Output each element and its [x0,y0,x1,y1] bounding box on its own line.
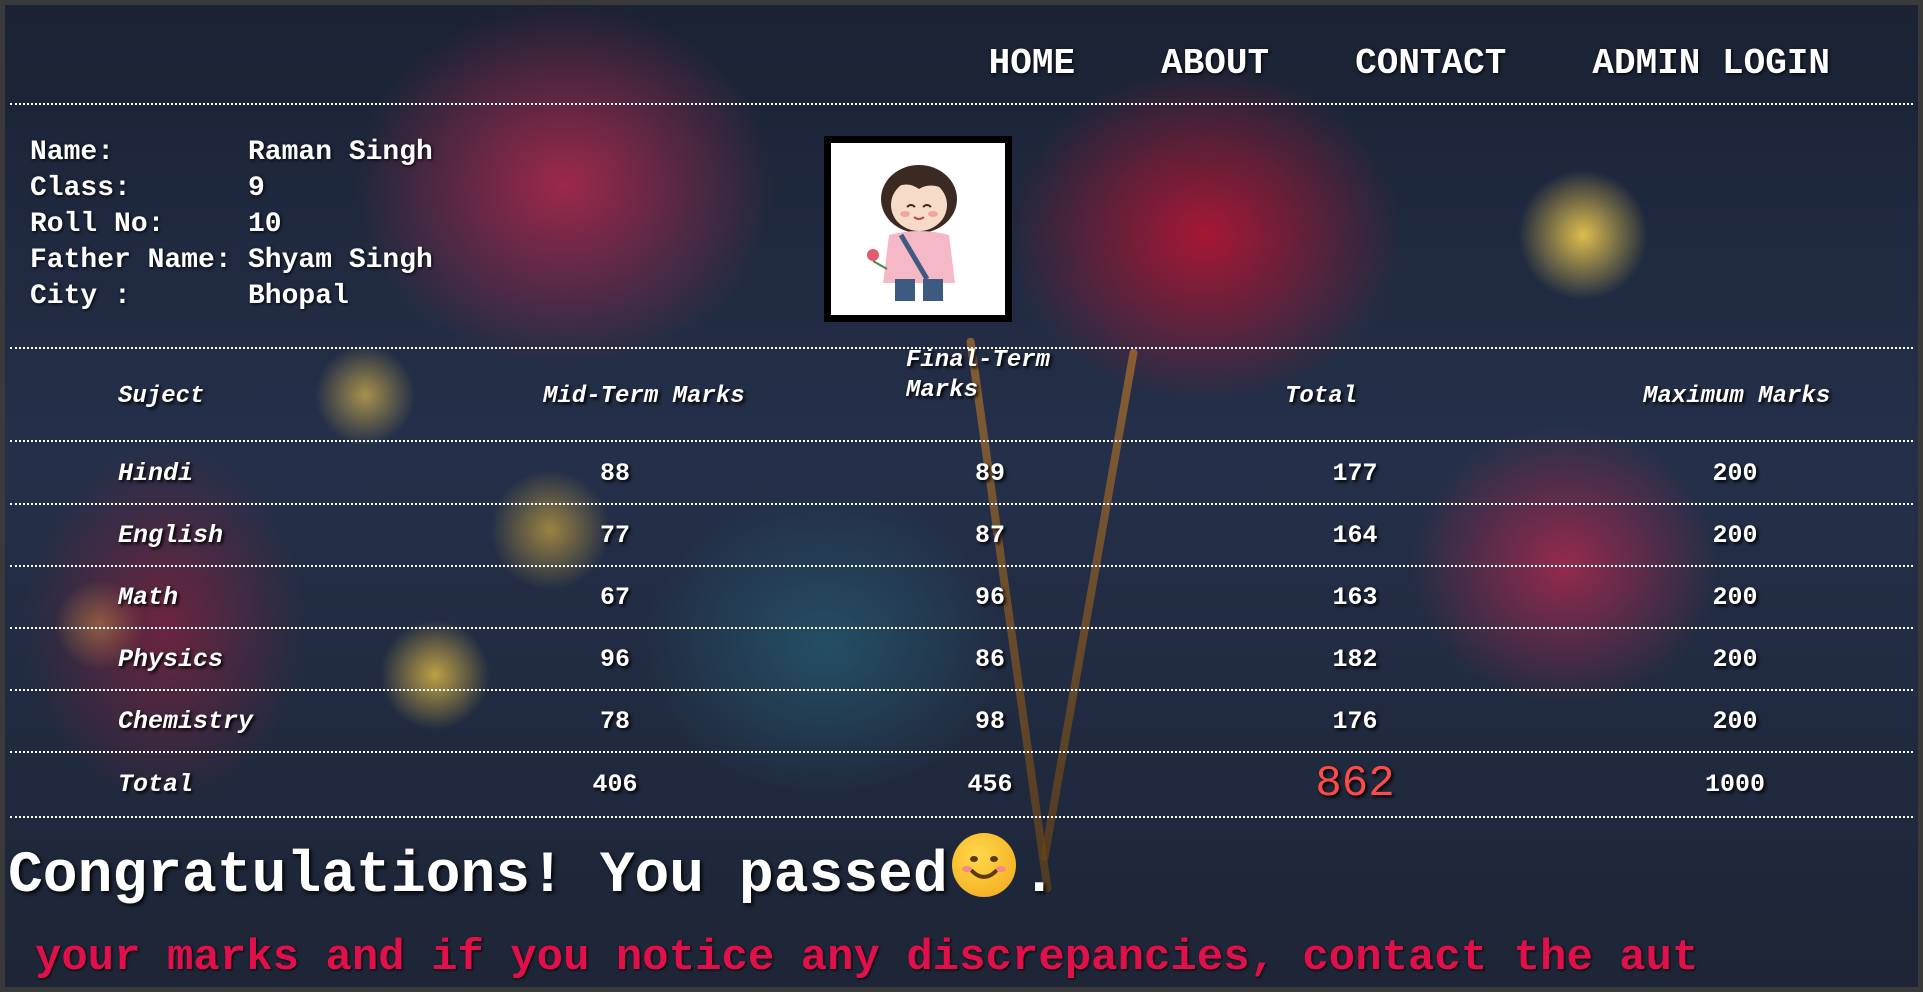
header-final-term: Final-Term Marks [906,347,1051,404]
mid-term-total: 406 [592,769,638,799]
student-info: Name: Raman Singh Class: 9 Roll No: 10 F… [30,135,433,315]
class-label: Class: [30,173,131,204]
table-total-row: Total 406 456 862 1000 [10,753,1913,815]
final-term-cell: 87 [974,520,1005,550]
max-marks-cell: 200 [1712,644,1758,674]
subject-cell: Chemistry [118,706,254,736]
subject-cell: Hindi [118,458,194,488]
roll-value: 10 [248,209,282,240]
table-row: Chemistry 78 98 176 200 [10,690,1913,752]
total-cell: 177 [1332,458,1378,488]
final-term-total: 456 [967,769,1013,799]
max-marks-total: 1000 [1704,769,1765,799]
subject-cell: English [118,520,224,550]
max-marks-cell: 200 [1712,582,1758,612]
total-cell: 176 [1332,706,1378,736]
nav-about-link[interactable]: ABOUT [1161,43,1269,84]
city-value: Bhopal [248,281,349,312]
result-suffix: . [1021,844,1057,909]
student-avatar-illustration [831,143,1005,315]
table-row: Physics 96 86 182 200 [10,628,1913,690]
divider [10,816,1913,818]
grand-total: 862 [1315,759,1395,809]
nav-home-link[interactable]: HOME [989,43,1075,84]
max-marks-cell: 200 [1712,458,1758,488]
page-background: HOME ABOUT CONTACT ADMIN LOGIN Name: Ram… [0,0,1923,992]
final-term-cell: 86 [974,644,1005,674]
header-total: Total [1285,382,1358,410]
subject-cell: Math [118,582,179,612]
mid-term-cell: 88 [599,458,630,488]
mid-term-cell: 67 [599,582,630,612]
total-cell: 163 [1332,582,1378,612]
info-row-father: Father Name: Shyam Singh [30,243,433,279]
info-row-name: Name: Raman Singh [30,135,433,171]
total-label: Total [118,769,194,799]
info-row-city: City : Bhopal [30,279,433,315]
table-row: Math 67 96 163 200 [10,566,1913,628]
name-value: Raman Singh [248,137,433,168]
result-text: Congratulations! You passed [8,844,948,909]
info-row-roll: Roll No: 10 [30,207,433,243]
header-mid-term: Mid-Term Marks [543,382,745,410]
top-nav: HOME ABOUT CONTACT ADMIN LOGIN [903,43,1830,84]
max-marks-cell: 200 [1712,520,1758,550]
subject-cell: Physics [118,644,224,674]
nav-admin-login-link[interactable]: ADMIN LOGIN [1592,43,1830,84]
smiling-face-icon [951,833,1016,897]
city-label: City : [30,281,131,312]
mid-term-cell: 77 [599,520,630,550]
final-term-cell: 98 [974,706,1005,736]
table-header-row: Suject Mid-Term Marks Final-Term Marks T… [10,347,1913,427]
student-avatar [824,136,1012,322]
total-cell: 164 [1332,520,1378,550]
header-subject: Suject [118,382,205,410]
name-label: Name: [30,137,115,168]
nav-contact-link[interactable]: CONTACT [1355,43,1506,84]
final-term-cell: 96 [974,582,1005,612]
roll-label: Roll No: [30,209,165,240]
mid-term-cell: 96 [599,644,630,674]
table-row: Hindi 88 89 177 200 [10,442,1913,504]
father-label: Father Name: [30,245,232,276]
final-term-cell: 89 [974,458,1005,488]
info-row-class: Class: 9 [30,171,433,207]
header-maximum-marks: Maximum Marks [1643,382,1831,410]
class-value: 9 [248,173,265,204]
notice-marquee: your marks and if you notice any discrep… [35,933,1699,983]
father-value: Shyam Singh [248,245,433,276]
divider [10,103,1913,105]
max-marks-cell: 200 [1712,706,1758,736]
result-message: Congratulations! You passed. [8,833,1057,909]
table-row: English 77 87 164 200 [10,504,1913,566]
mid-term-cell: 78 [599,706,630,736]
total-cell: 182 [1332,644,1378,674]
